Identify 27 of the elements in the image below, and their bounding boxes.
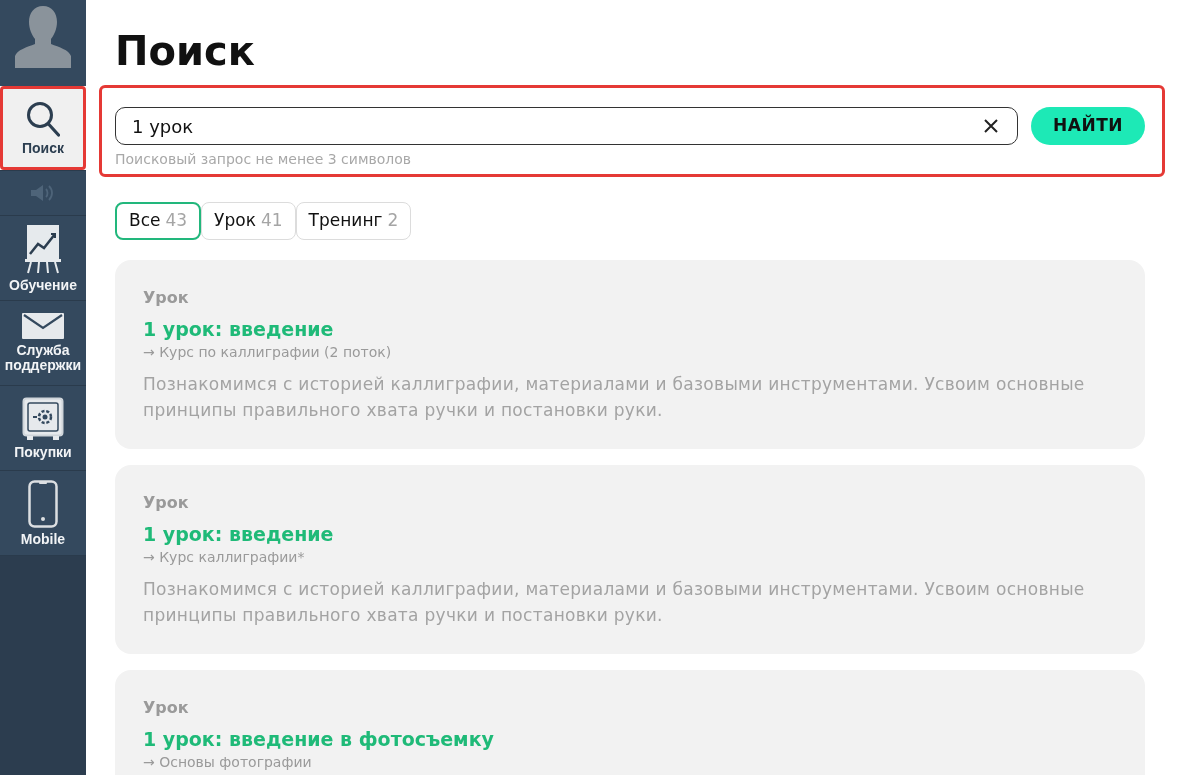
result-type: Урок xyxy=(143,287,189,309)
filter-tab[interactable]: Все 43 xyxy=(115,202,202,240)
result-type: Урок xyxy=(143,697,189,719)
search-field[interactable]: 1 урок xyxy=(115,107,1018,145)
safe-icon xyxy=(22,396,64,441)
sidebar-nav-item[interactable]: Mobile xyxy=(0,471,86,555)
result-course: → Курс по каллиграфии (2 поток) xyxy=(143,343,392,362)
avatar-icon xyxy=(15,4,71,68)
result-description: Познакомимся с историей каллиграфии, материалами и базовыми инструментами. Усвоим основные принципы правильного хвата ручки и постановки руки. xyxy=(143,578,1086,627)
result-course: → Основы фотографии xyxy=(143,753,312,772)
sidebar-nav-item[interactable]: Служба поддержки xyxy=(0,301,86,385)
sidebar-nav-item[interactable]: Покупки xyxy=(0,386,86,470)
envelope-icon xyxy=(22,313,64,339)
sidebar-nav-item[interactable]: Обучение xyxy=(0,216,86,300)
sidebar-nav-item[interactable]: Поиск xyxy=(0,86,86,170)
search-icon xyxy=(26,100,60,137)
filter-tab[interactable]: Урок 41 xyxy=(201,202,296,240)
page-title: Поиск xyxy=(115,27,255,76)
close-icon[interactable] xyxy=(984,119,998,133)
filter-tab[interactable]: Тренинг 2 xyxy=(295,202,412,240)
result-course: → Курс каллиграфии* xyxy=(143,548,305,567)
find-button[interactable]: НАЙТИ xyxy=(1031,107,1145,145)
phone-icon xyxy=(28,479,58,528)
result-type: Урок xyxy=(143,492,189,514)
result-description: Познакомимся с историей каллиграфии, материалами и базовыми инструментами. Усвоим основные принципы правильного хвата ручки и постановки руки. xyxy=(143,373,1086,422)
search-hint: Поисковый запрос не менее 3 символов xyxy=(115,150,413,168)
chart-easel-icon xyxy=(25,223,61,274)
